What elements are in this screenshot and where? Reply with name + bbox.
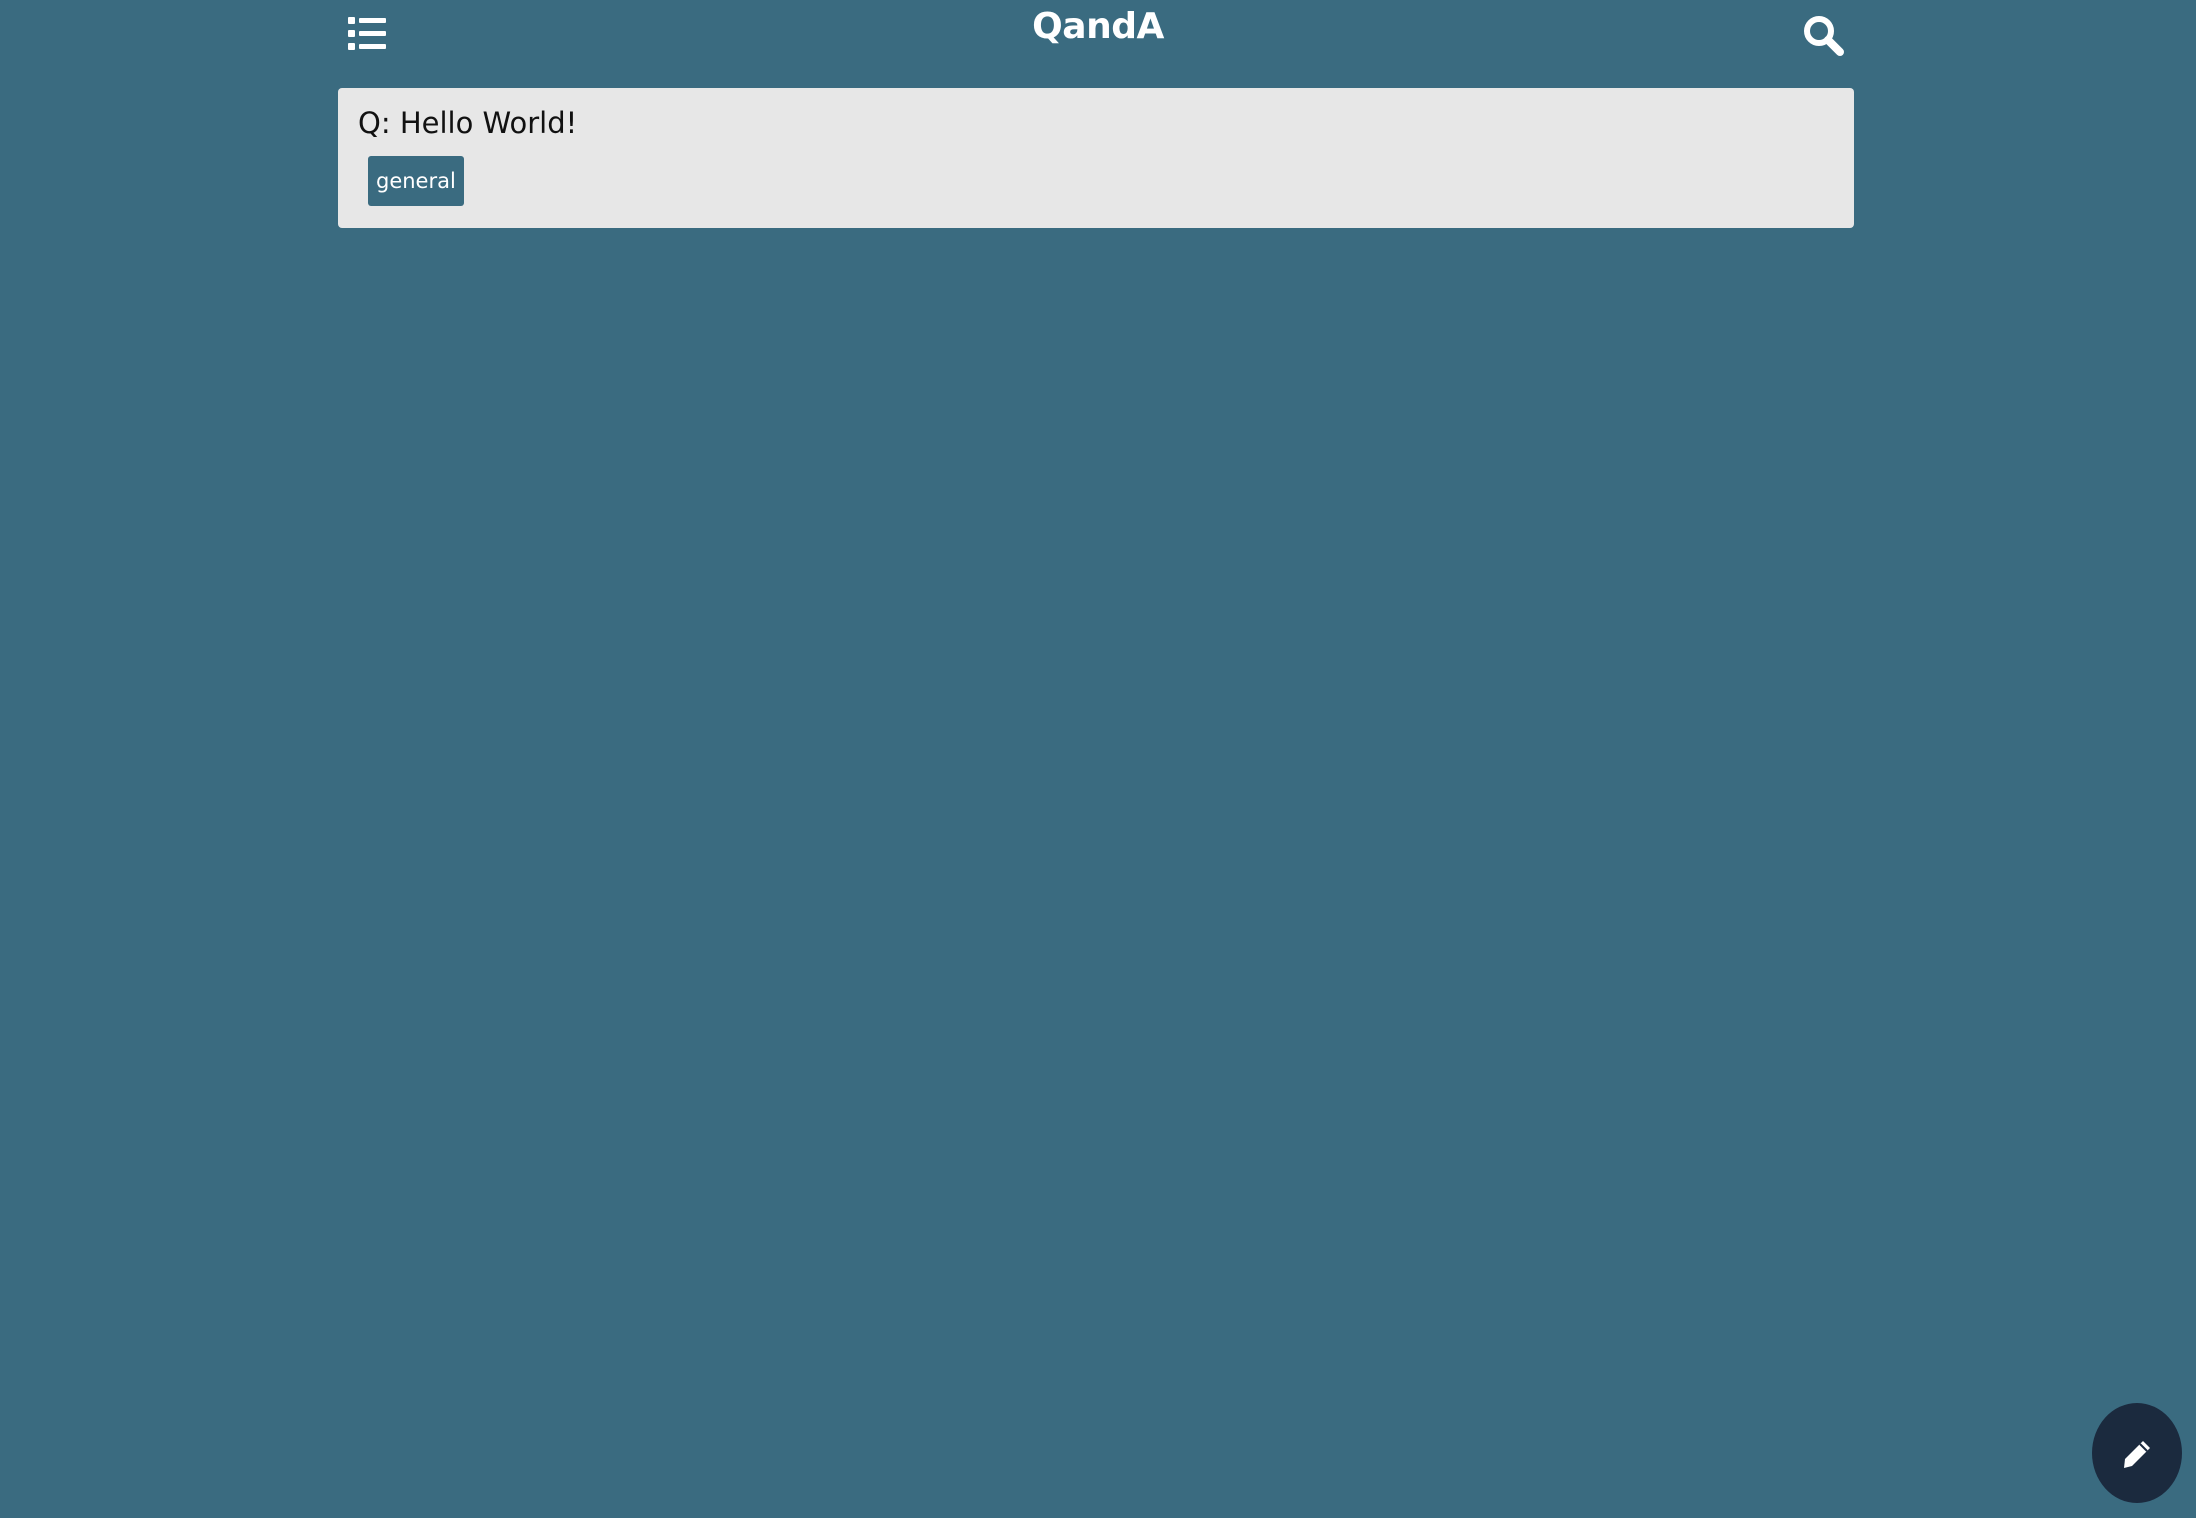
top-bar: QandA (0, 0, 2196, 70)
question-card[interactable]: Q: Hello World! general (338, 88, 1854, 228)
tag-badge[interactable]: general (368, 156, 464, 206)
menu-button[interactable] (345, 14, 389, 54)
question-title[interactable]: Q: Hello World! (358, 106, 577, 140)
list-icon (348, 17, 386, 50)
new-question-button[interactable] (2092, 1403, 2182, 1503)
search-button[interactable] (1800, 12, 1846, 58)
search-icon (1804, 16, 1844, 56)
app-title: QandA (1032, 6, 1164, 47)
pencil-icon (2124, 1441, 2150, 1468)
